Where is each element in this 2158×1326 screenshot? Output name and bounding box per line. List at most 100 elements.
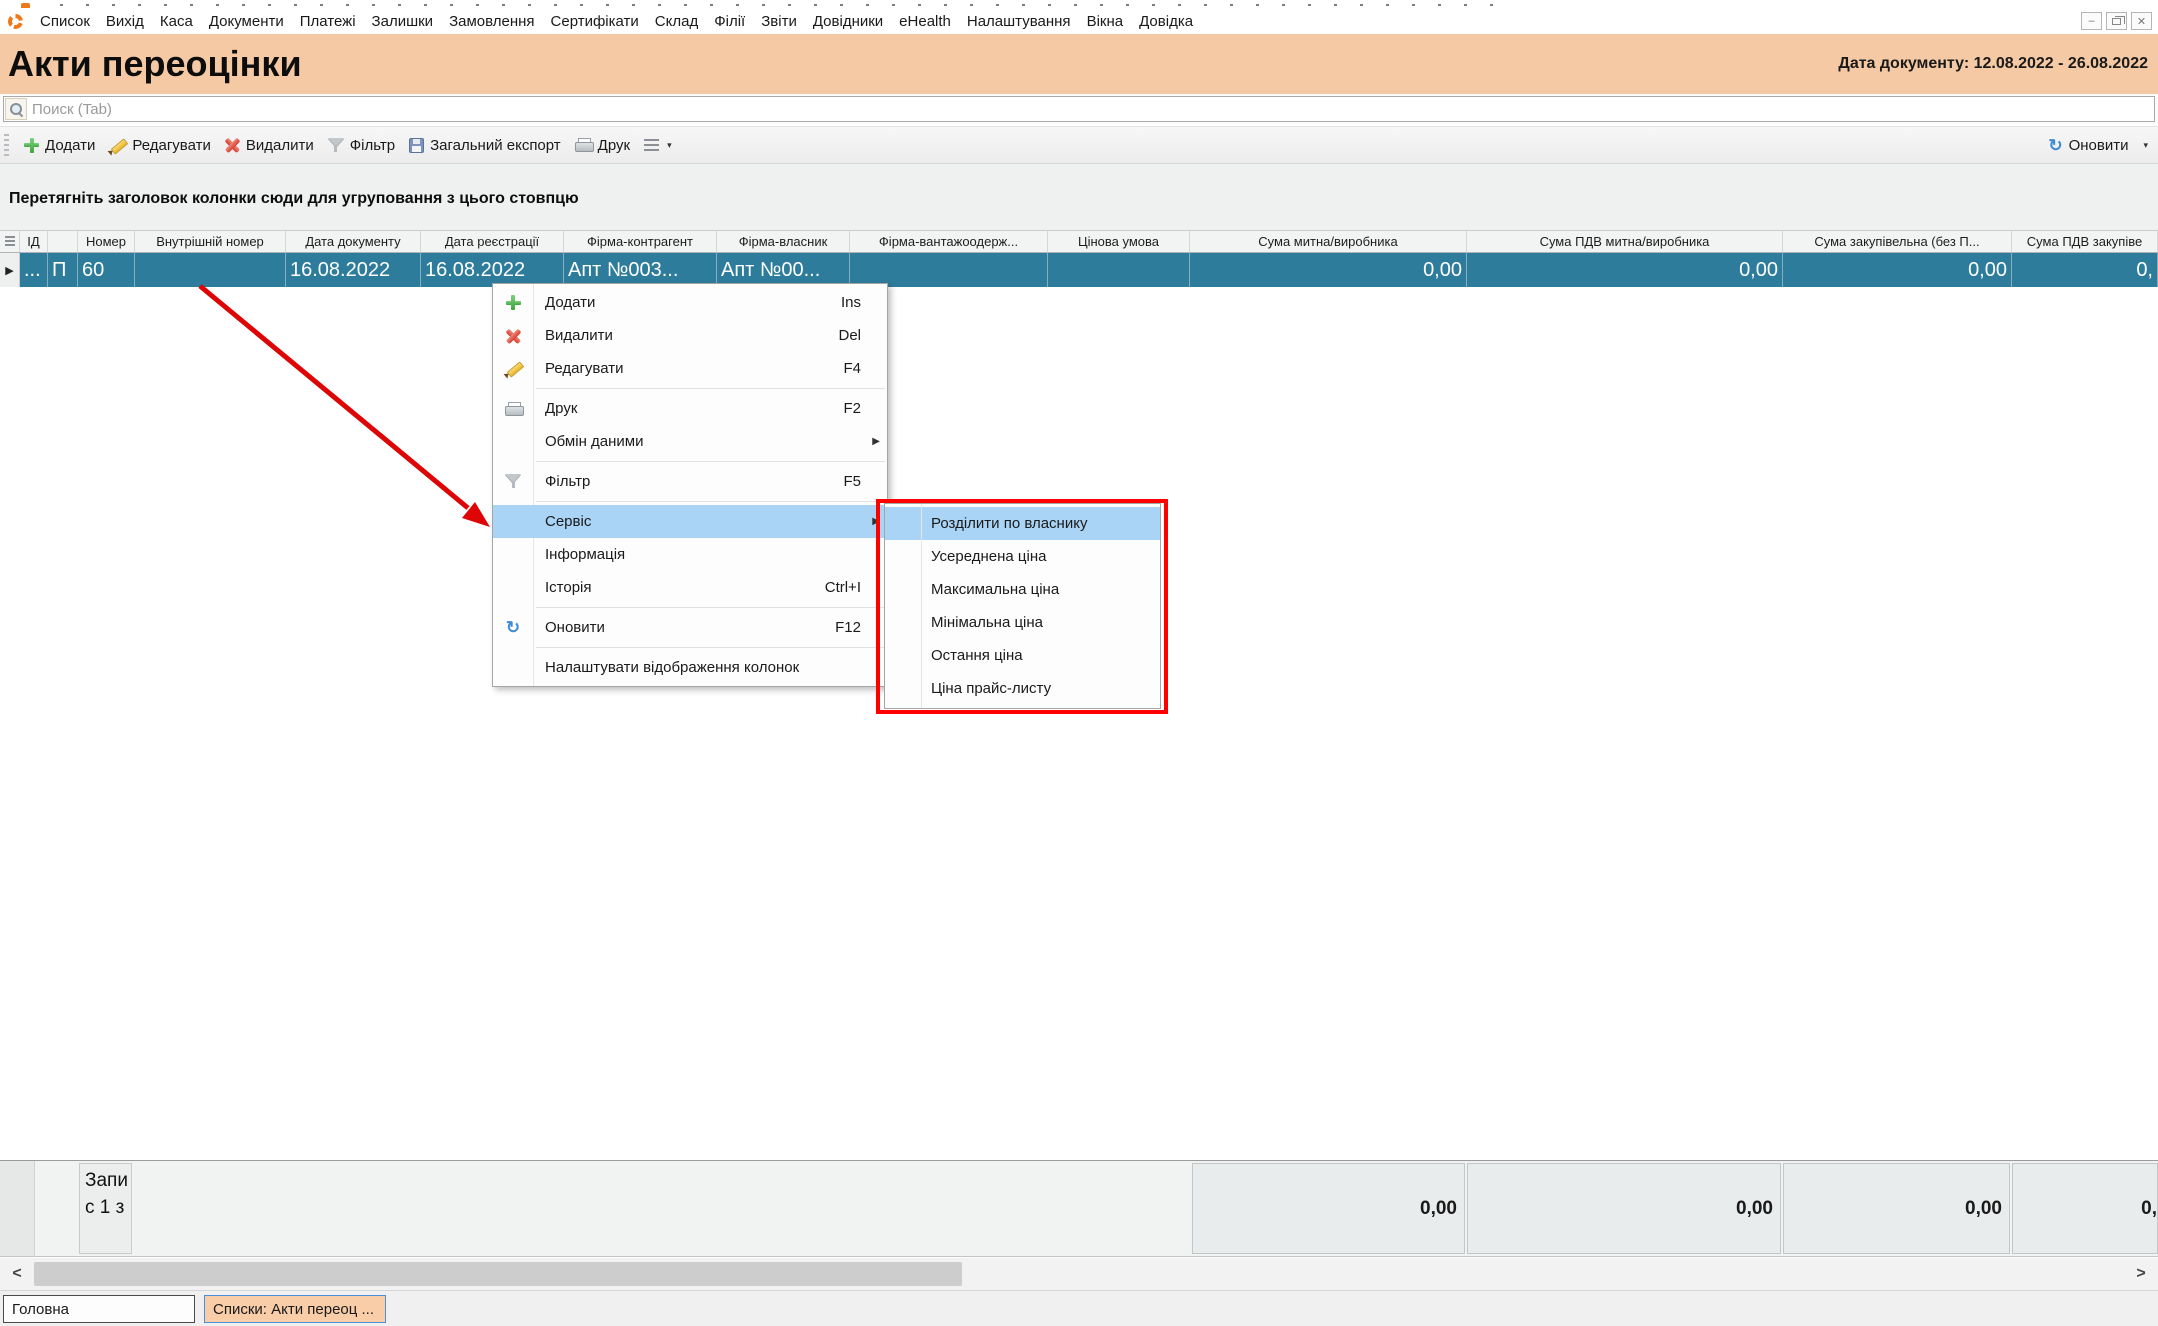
context-delete[interactable]: Видалити Del [493,319,887,352]
submenu-last-price[interactable]: Остання ціна [885,639,1160,672]
column-header-owner[interactable]: Фірма-власник [717,231,850,252]
menu-zvity[interactable]: Звіти [753,10,805,33]
filter-button[interactable]: Фільтр [321,133,402,158]
search-box[interactable] [3,96,2155,122]
submenu-max-price[interactable]: Максимальна ціна [885,573,1160,606]
column-header-sum-vat-customs[interactable]: Сума ПДВ митна/виробника [1467,231,1783,252]
add-button[interactable]: Додати [17,133,102,158]
column-header-sum-customs[interactable]: Сума митна/виробника [1190,231,1467,252]
column-header-id[interactable]: ІД [20,231,48,252]
cell-contractor[interactable]: Апт №003... [564,253,717,287]
cell-consignee[interactable] [850,253,1048,287]
tab-lists-acts[interactable]: Списки: Акти переоц ... [204,1295,386,1323]
scrollbar-thumb[interactable] [34,1262,962,1286]
submenu-average-price[interactable]: Усереднена ціна [885,540,1160,573]
column-header-doc-date[interactable]: Дата документу [286,231,421,252]
column-chooser-button[interactable] [0,231,20,252]
context-refresh[interactable]: ↻ Оновити F12 [493,611,887,644]
group-by-panel[interactable]: Перетягніть заголовок колонки сюди для у… [0,164,2158,230]
cell-owner[interactable]: Апт №00... [717,253,850,287]
column-header-contractor[interactable]: Фірма-контрагент [564,231,717,252]
context-edit[interactable]: Редагувати F4 [493,352,887,385]
toolbar-grip-handle[interactable] [4,134,9,156]
context-information[interactable]: Інформація [493,538,887,571]
edit-button[interactable]: Редагувати [102,133,218,158]
context-print-shortcut: F2 [843,400,887,417]
context-refresh-shortcut: F12 [835,619,887,636]
edit-button-label: Редагувати [132,137,211,154]
scroll-right-arrow[interactable]: > [2126,1258,2156,1290]
column-header-blank[interactable] [48,231,78,252]
red-cross-icon [225,138,240,153]
menu-zamovlennia[interactable]: Замовлення [441,10,542,33]
view-options-button[interactable]: ▾ [637,135,679,155]
scroll-left-arrow[interactable]: < [2,1258,32,1290]
context-refresh-label: Оновити [545,619,605,636]
context-service[interactable]: Сервіс ▶ [493,505,887,538]
menu-platezhi[interactable]: Платежі [292,10,364,33]
list-icon [644,139,659,151]
column-header-number[interactable]: Номер [78,231,135,252]
horizontal-scrollbar[interactable]: < > [0,1258,2158,1290]
menu-kasa[interactable]: Каса [152,10,201,33]
cell-sum-customs[interactable]: 0,00 [1190,253,1467,287]
table-row[interactable]: ▶ ... П 60 16.08.2022 16.08.2022 Апт №00… [0,253,2158,287]
menu-ehealth[interactable]: eHealth [891,10,959,33]
context-filter[interactable]: Фільтр F5 [493,465,887,498]
close-button[interactable]: ✕ [2131,12,2152,30]
context-add[interactable]: Додати Ins [493,286,887,319]
context-history[interactable]: Історія Ctrl+I [493,571,887,604]
cell-type[interactable]: П [48,253,78,287]
cell-sum-vat-customs[interactable]: 0,00 [1467,253,1783,287]
context-configure-columns-label: Налаштувати відображення колонок [545,659,799,676]
search-input[interactable] [27,98,2154,120]
context-add-label: Додати [545,294,595,311]
cell-internal-number[interactable] [135,253,286,287]
record-counter: Запис 1 з [79,1163,132,1254]
context-print-label: Друк [545,400,577,417]
submenu-min-price[interactable]: Мінімальна ціна [885,606,1160,639]
delete-button[interactable]: Видалити [218,133,321,158]
context-configure-columns[interactable]: Налаштувати відображення колонок [493,651,887,684]
cell-number[interactable]: 60 [78,253,135,287]
submenu-pricelist-price[interactable]: Ціна прайс-листу [885,672,1160,705]
menubar: Список Вихід Каса Документи Платежі Зали… [0,8,2158,34]
menu-vykhid[interactable]: Вихід [98,10,152,33]
cell-price-condition[interactable] [1048,253,1190,287]
column-header-consignee[interactable]: Фірма-вантажоодерж... [850,231,1048,252]
column-header-sum-purchase[interactable]: Сума закупівельна (без П... [1783,231,2012,252]
page-title: Акти переоцінки [0,43,302,85]
submenu-split-by-owner-label: Розділити по власнику [931,515,1087,532]
tab-home[interactable]: Головна [3,1295,195,1323]
column-header-reg-date[interactable]: Дата реєстрації [421,231,564,252]
refresh-caret-icon[interactable]: ▾ [2143,140,2148,151]
menu-spisok[interactable]: Список [32,10,98,33]
menu-separator [536,461,885,462]
context-print[interactable]: Друк F2 [493,392,887,425]
cell-reg-date[interactable]: 16.08.2022 [421,253,564,287]
menu-sklad[interactable]: Склад [647,10,706,33]
menu-sertyfikaty[interactable]: Сертифікати [543,10,647,33]
column-header-sum-vat-purchase[interactable]: Сума ПДВ закупіве [2012,231,2158,252]
cell-doc-date[interactable]: 16.08.2022 [286,253,421,287]
menu-filii[interactable]: Філії [706,10,753,33]
menu-dovidnyky[interactable]: Довідники [805,10,891,33]
submenu-split-by-owner[interactable]: Розділити по власнику [885,507,1160,540]
cell-sum-vat-purchase[interactable]: 0, [2012,253,2158,287]
submenu-arrow-icon: ▶ [872,436,880,447]
restore-button[interactable] [2106,12,2127,30]
menu-nalashtuvannia[interactable]: Налаштування [959,10,1079,33]
cell-id[interactable]: ... [20,253,48,287]
menu-vikna[interactable]: Вікна [1079,10,1132,33]
minimize-button[interactable]: – [2081,12,2102,30]
menu-zalyshky[interactable]: Залишки [364,10,442,33]
cell-sum-purchase[interactable]: 0,00 [1783,253,2012,287]
menu-dokumenty[interactable]: Документи [201,10,292,33]
refresh-button[interactable]: ↻ Оновити [2041,133,2135,158]
export-button[interactable]: Загальний експорт [402,133,568,158]
print-button[interactable]: Друк [568,133,637,158]
menu-dovidka[interactable]: Довідка [1131,10,1201,33]
context-data-exchange[interactable]: Обмін даними ▶ [493,425,887,458]
column-header-price-condition[interactable]: Цінова умова [1048,231,1190,252]
column-header-internal-number[interactable]: Внутрішній номер [135,231,286,252]
